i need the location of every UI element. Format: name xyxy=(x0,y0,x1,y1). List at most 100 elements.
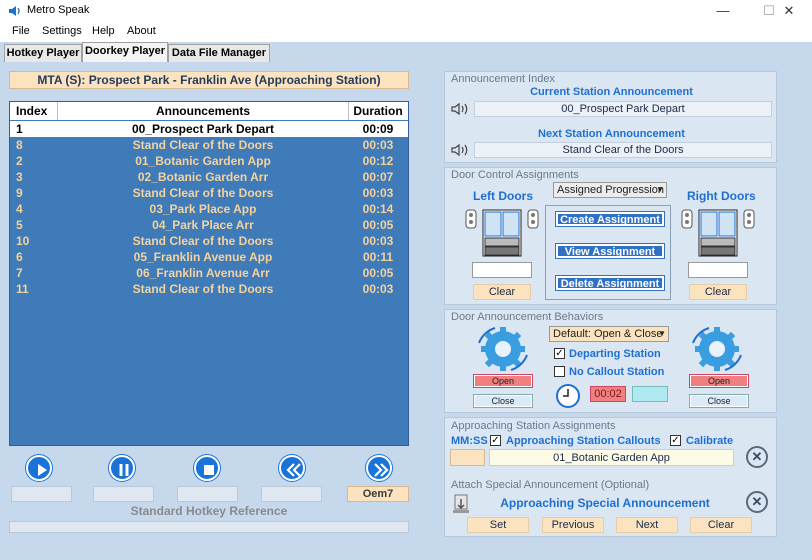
playback-progress-bar[interactable] xyxy=(9,521,409,533)
minimize-button[interactable]: — xyxy=(700,0,746,22)
set-button[interactable]: Set xyxy=(467,517,529,533)
row-duration: 00:09 xyxy=(362,122,394,136)
right-open-button[interactable]: Open xyxy=(689,374,749,388)
announcement-index-group: Announcement Index Current Station Annou… xyxy=(444,71,777,163)
clear-right-button[interactable]: Clear xyxy=(689,284,747,300)
row-index: 11 xyxy=(16,282,29,296)
clear-left-button[interactable]: Clear xyxy=(473,284,531,300)
delete-assignment-button[interactable]: Delete Assignment xyxy=(555,275,665,291)
row-duration: 00:05 xyxy=(362,218,394,232)
table-row[interactable]: 2 01_Botanic Garden App 00:12 xyxy=(10,153,408,169)
table-row[interactable]: 10 Stand Clear of the Doors 00:03 xyxy=(10,233,408,249)
menu-file[interactable]: File xyxy=(12,25,30,37)
approaching-callouts-checkbox[interactable]: ✓ xyxy=(490,435,501,446)
calibrate-label: Calibrate xyxy=(686,435,734,447)
menu-help[interactable]: Help xyxy=(92,25,115,37)
rewind-button[interactable] xyxy=(279,455,305,481)
menu-settings[interactable]: Settings xyxy=(42,25,82,37)
pause-button[interactable] xyxy=(109,455,135,481)
tab-doorkey-player[interactable]: Doorkey Player xyxy=(82,42,168,62)
row-announcement: 04_Park Place Arr xyxy=(152,218,254,232)
row-announcement: 06_Franklin Avenue Arr xyxy=(136,266,270,280)
current-station-label: Current Station Announcement xyxy=(530,86,693,98)
timer-input[interactable] xyxy=(632,386,668,402)
tab-hotkey-player[interactable]: Hotkey Player xyxy=(4,44,82,62)
row-index: 5 xyxy=(16,218,23,232)
hotkey-box-pause[interactable] xyxy=(93,486,154,502)
fast-forward-button[interactable] xyxy=(366,455,392,481)
tab-strip: Hotkey Player Doorkey Player Data File M… xyxy=(0,42,812,62)
approaching-announcement-field[interactable]: 01_Botanic Garden App xyxy=(489,449,734,466)
pause-icon xyxy=(119,464,129,476)
row-announcement: 00_Prospect Park Depart xyxy=(131,122,275,136)
calibrate-checkbox[interactable]: ✓ xyxy=(670,435,681,446)
play-icon xyxy=(38,464,47,476)
next-button[interactable]: Next xyxy=(616,517,678,533)
row-duration: 00:14 xyxy=(362,202,394,216)
rewind-icon xyxy=(286,463,301,477)
left-close-button[interactable]: Close xyxy=(473,394,533,408)
left-open-button[interactable]: Open xyxy=(473,374,533,388)
assignment-mode-value: Assigned Progression xyxy=(557,184,665,196)
remove-special-icon[interactable]: ✕ xyxy=(746,491,768,513)
table-row[interactable]: 5 04_Park Place Arr 00:05 xyxy=(10,217,408,233)
play-button[interactable] xyxy=(26,455,52,481)
group-title: Approaching Station Assignments xyxy=(451,420,616,432)
no-callout-checkbox[interactable] xyxy=(554,366,565,377)
hotkey-box-fast-forward[interactable]: Oem7 xyxy=(347,486,409,502)
hotkey-box-play[interactable] xyxy=(11,486,72,502)
stop-button[interactable] xyxy=(194,455,220,481)
row-duration: 00:11 xyxy=(362,250,394,264)
table-row[interactable]: 1 00_Prospect Park Depart 00:09 xyxy=(10,121,408,137)
table-row[interactable]: 3 02_Botanic Garden Arr 00:07 xyxy=(10,169,408,185)
close-button[interactable]: ✕ xyxy=(766,0,812,22)
row-announcement: 05_Franklin Avenue App xyxy=(133,250,273,264)
table-row[interactable]: 6 05_Franklin Avenue App 00:11 xyxy=(10,249,408,265)
gear-icon xyxy=(692,327,742,371)
header-duration: Duration xyxy=(353,104,403,118)
table-row[interactable]: 4 03_Park Place App 00:14 xyxy=(10,201,408,217)
announcement-list[interactable]: Index Announcements Duration 1 00_Prospec… xyxy=(9,101,409,446)
menu-bar: File Settings Help About xyxy=(0,22,812,42)
behavior-select[interactable]: Default: Open & Close ▼ xyxy=(549,326,669,342)
group-title: Door Announcement Behaviors xyxy=(451,311,604,323)
timer-display[interactable]: 00:02 xyxy=(590,386,626,402)
clear-special-button[interactable]: Clear xyxy=(690,517,752,533)
assignment-mode-select[interactable]: Assigned Progression ▼ xyxy=(553,182,667,198)
door-control-group: Door Control Assignments Assigned Progre… xyxy=(444,167,777,305)
speaker-icon[interactable] xyxy=(451,102,469,116)
app-speaker-icon xyxy=(9,6,20,16)
row-duration: 00:03 xyxy=(362,138,394,152)
right-doors-input[interactable] xyxy=(688,262,748,278)
hotkey-reference-label[interactable]: Standard Hotkey Reference xyxy=(9,504,409,518)
hotkey-box-rewind[interactable] xyxy=(261,486,322,502)
speaker-icon[interactable] xyxy=(451,143,469,157)
now-playing-bar: MTA (S): Prospect Park - Franklin Ave (A… xyxy=(9,71,409,89)
remove-approaching-icon[interactable]: ✕ xyxy=(746,446,768,468)
header-announcements: Announcements xyxy=(155,104,250,118)
left-door-icon[interactable] xyxy=(465,208,541,258)
tab-data-file-manager[interactable]: Data File Manager xyxy=(168,44,270,62)
clock-icon xyxy=(556,384,580,408)
door-behaviors-group: Door Announcement Behaviors Open Close D… xyxy=(444,309,777,413)
no-callout-label: No Callout Station xyxy=(569,366,665,378)
right-close-button[interactable]: Close xyxy=(689,394,749,408)
create-assignment-button[interactable]: Create Assignment xyxy=(555,211,665,227)
table-row[interactable]: 8 Stand Clear of the Doors 00:03 xyxy=(10,137,408,153)
table-row[interactable]: 7 06_Franklin Avenue Arr 00:05 xyxy=(10,265,408,281)
mmss-input[interactable] xyxy=(450,449,485,466)
row-duration: 00:03 xyxy=(362,282,394,296)
previous-button[interactable]: Previous xyxy=(542,517,604,533)
row-index: 4 xyxy=(16,202,23,216)
right-door-icon[interactable] xyxy=(681,208,757,258)
next-station-label: Next Station Announcement xyxy=(538,128,685,140)
hotkey-box-stop[interactable] xyxy=(177,486,238,502)
table-row[interactable]: 9 Stand Clear of the Doors 00:03 xyxy=(10,185,408,201)
view-assignment-button[interactable]: View Assignment xyxy=(555,243,665,259)
table-row[interactable]: 11 Stand Clear of the Doors 00:03 xyxy=(10,281,408,297)
row-duration: 00:07 xyxy=(362,170,394,184)
departing-station-checkbox[interactable]: ✓ xyxy=(554,348,565,359)
left-doors-input[interactable] xyxy=(472,262,532,278)
row-index: 1 xyxy=(16,122,23,136)
menu-about[interactable]: About xyxy=(127,25,156,37)
